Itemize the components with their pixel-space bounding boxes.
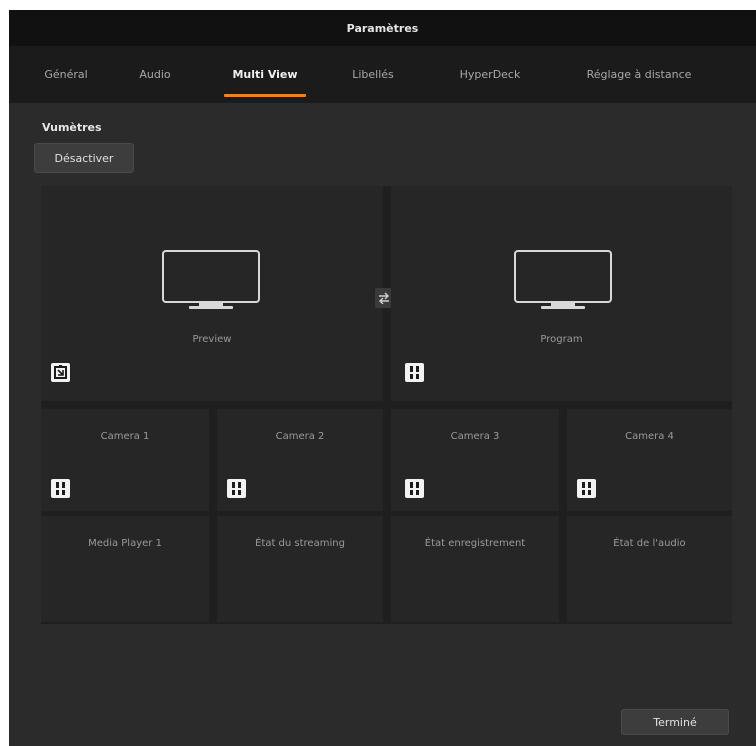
status-label: État de l'audio: [613, 538, 686, 549]
tab-label: Multi View: [232, 68, 298, 81]
audio-meter-icon[interactable]: [405, 363, 424, 382]
tab-label: HyperDeck: [459, 68, 521, 81]
audio-status-view[interactable]: État de l'audio: [567, 516, 732, 622]
camera-2-view[interactable]: Camera 2: [217, 409, 383, 511]
status-label: État enregistrement: [424, 538, 526, 549]
tab-hyperdeck[interactable]: HyperDeck: [447, 46, 533, 103]
audio-meter-icon[interactable]: [51, 479, 70, 498]
status-label: Media Player 1: [88, 538, 162, 549]
expand-icon[interactable]: [51, 363, 70, 382]
audio-meter-icon[interactable]: [577, 479, 596, 498]
tab-multi-view[interactable]: Multi View: [222, 46, 308, 103]
tab-remote[interactable]: Réglage à distance: [569, 46, 709, 103]
tab-label: Réglage à distance: [586, 68, 692, 81]
camera-label: Camera 4: [625, 431, 674, 442]
camera-label: Camera 3: [450, 431, 500, 442]
done-button[interactable]: Terminé: [621, 709, 729, 735]
status-label: État du streaming: [255, 538, 345, 549]
vu-meters-title: Vumètres: [42, 121, 102, 134]
swap-arrows-icon: [379, 292, 389, 304]
recording-status-view[interactable]: État enregistrement: [391, 516, 559, 622]
tab-label: Libellés: [352, 68, 394, 81]
disable-meters-button[interactable]: Désactiver: [34, 143, 134, 173]
preview-view[interactable]: Preview: [41, 186, 383, 401]
camera-4-view[interactable]: Camera 4: [567, 409, 732, 511]
streaming-status-view[interactable]: État du streaming: [217, 516, 383, 622]
tab-labels[interactable]: Libellés: [342, 46, 404, 103]
dialog-title: Paramètres: [9, 10, 756, 46]
monitor-icon: [514, 250, 612, 309]
media-player-view[interactable]: Media Player 1: [41, 516, 209, 622]
tab-label: Général: [44, 68, 88, 81]
multiview-layout: Preview Program Camera 1 Camera 2 Camera…: [41, 186, 732, 624]
camera-3-view[interactable]: Camera 3: [391, 409, 559, 511]
preview-label: Preview: [192, 334, 232, 345]
tab-bar: Général Audio Multi View Libellés HyperD…: [9, 46, 756, 103]
camera-label: Camera 1: [100, 431, 150, 442]
audio-meter-icon[interactable]: [405, 479, 424, 498]
audio-meter-icon[interactable]: [227, 479, 246, 498]
settings-dialog: Paramètres Général Audio Multi View Libe…: [9, 10, 756, 746]
camera-label: Camera 2: [275, 431, 325, 442]
program-view[interactable]: Program: [391, 186, 732, 401]
active-tab-indicator: [224, 94, 306, 97]
monitor-icon: [162, 250, 260, 309]
camera-1-view[interactable]: Camera 1: [41, 409, 209, 511]
tab-label: Audio: [139, 68, 171, 81]
program-label: Program: [540, 334, 583, 345]
tab-general[interactable]: Général: [31, 46, 101, 103]
tab-audio[interactable]: Audio: [127, 46, 183, 103]
